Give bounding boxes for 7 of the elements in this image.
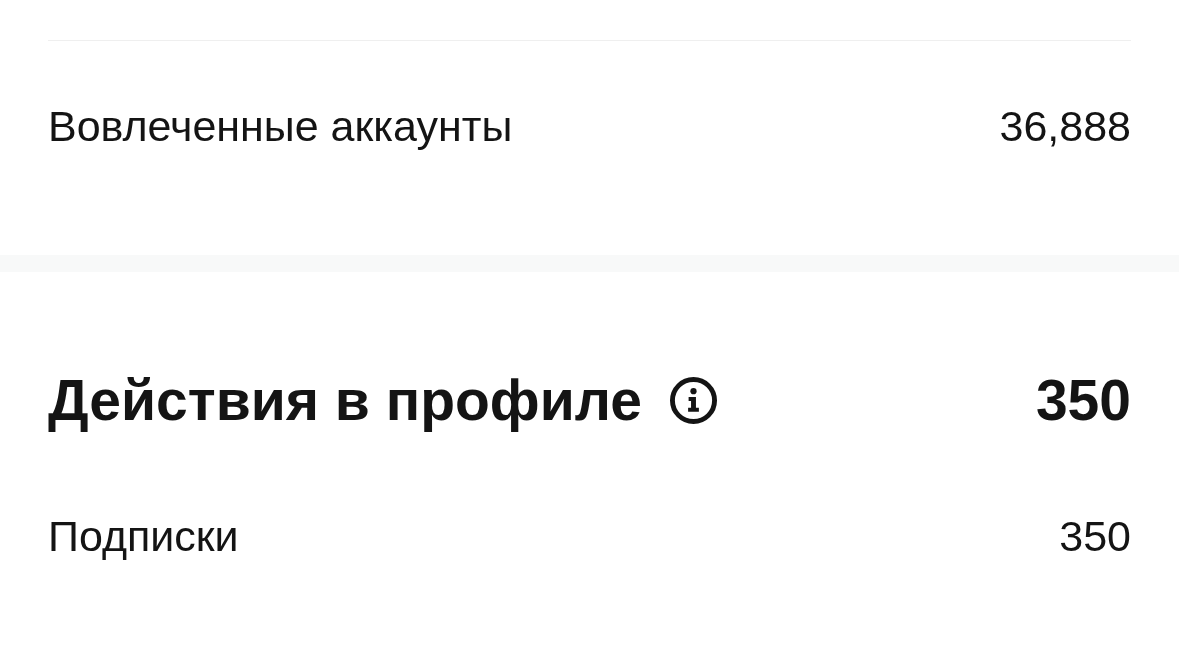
- section-title: Действия в профиле: [48, 367, 642, 433]
- section-total: 350: [1035, 367, 1131, 433]
- metric-value: 350: [1059, 511, 1131, 561]
- info-icon[interactable]: [669, 376, 717, 424]
- metric-label: Вовлеченные аккаунты: [48, 101, 513, 151]
- metric-value: 36,888: [999, 101, 1131, 151]
- metric-label: Подписки: [48, 511, 239, 561]
